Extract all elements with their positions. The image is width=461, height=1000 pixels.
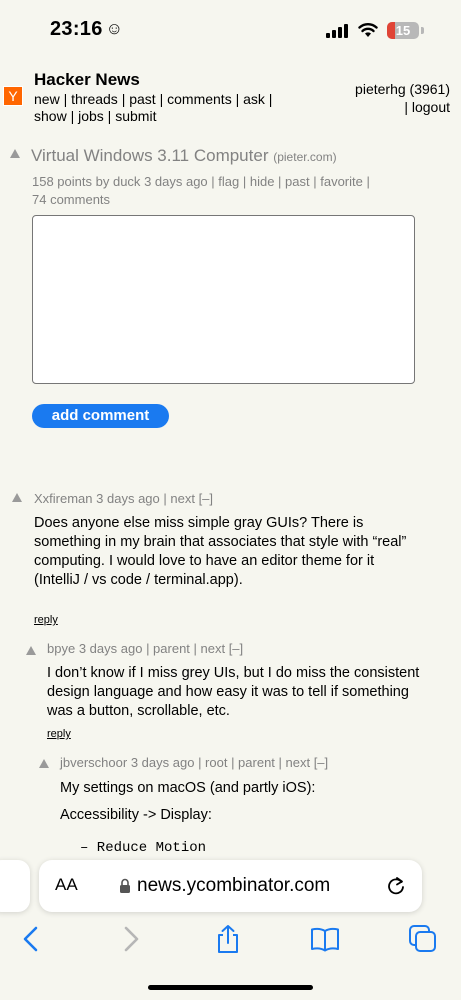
wifi-icon (358, 23, 378, 37)
comment-textarea[interactable] (32, 215, 415, 384)
comments-link[interactable]: 74 comments (32, 192, 110, 207)
comment-header: jbverschoor 3 days ago | root | parent |… (60, 755, 328, 770)
user-area: pieterhg (3961) | logout (355, 81, 450, 115)
comment-upvote-icon[interactable] (26, 646, 36, 655)
story-title[interactable]: Virtual Windows 3.11 Computer (31, 146, 268, 165)
reader-settings-button[interactable]: AA (55, 875, 78, 895)
tabs-icon[interactable] (408, 924, 438, 954)
favorite-link[interactable]: favorite (320, 174, 363, 189)
user-link[interactable]: pieterhg (3961) (355, 81, 450, 97)
address-bar[interactable]: AA news.ycombinator.com (39, 860, 422, 912)
previous-tab-preview[interactable] (0, 860, 30, 912)
reply-link[interactable]: reply (34, 614, 58, 626)
status-time: 23:16 ☺ (50, 18, 124, 40)
comment-header: bpye 3 days ago | parent | next [–] (47, 641, 243, 656)
site-title[interactable]: Hacker News (34, 70, 140, 90)
comment-author[interactable]: jbverschoor (60, 755, 127, 770)
story-age[interactable]: 3 days ago (144, 174, 208, 189)
comment-links[interactable]: | next [–] (163, 491, 213, 506)
cellular-signal-icon (326, 24, 348, 38)
nav-new[interactable]: new (34, 91, 60, 107)
comment-age[interactable]: 3 days ago (131, 755, 195, 770)
story-upvote-icon[interactable] (10, 149, 20, 158)
status-bar: 23:16 ☺ 15 (0, 0, 461, 62)
comment-author[interactable]: Xxfireman (34, 491, 93, 506)
flag-link[interactable]: flag (218, 174, 239, 189)
past-link[interactable]: past (285, 174, 310, 189)
story-domain[interactable]: (pieter.com) (273, 150, 336, 164)
comment-author[interactable]: bpye (47, 641, 75, 656)
nav-show[interactable]: show (34, 108, 67, 124)
reply-link[interactable]: reply (47, 728, 71, 740)
comment-links[interactable]: | root | parent | next [–] (198, 755, 328, 770)
url-text[interactable]: news.ycombinator.com (137, 875, 330, 897)
back-icon[interactable] (16, 924, 46, 954)
top-nav: new | threads | past | comments | ask | … (34, 91, 273, 124)
nav-past[interactable]: past (129, 91, 155, 107)
add-comment-button[interactable]: add comment (32, 404, 169, 428)
battery-level: 15 (395, 23, 411, 38)
hn-logo[interactable]: Y (3, 86, 23, 106)
home-indicator (148, 985, 313, 990)
comment-upvote-icon[interactable] (12, 493, 22, 502)
comment-line: My settings on macOS (and partly iOS): (60, 780, 316, 796)
comment-upvote-icon[interactable] (39, 759, 49, 768)
story-subtext: 158 points by duck 3 days ago | flag | h… (32, 174, 370, 207)
focus-mode-icon: ☺ (105, 19, 124, 38)
story-points: 158 points (32, 174, 92, 189)
share-icon[interactable] (213, 924, 243, 954)
nav-submit[interactable]: submit (115, 108, 156, 124)
comment-age[interactable]: 3 days ago (79, 641, 143, 656)
nav-threads[interactable]: threads (71, 91, 118, 107)
comment-line: Accessibility -> Display: (60, 807, 212, 823)
comment-text: I don’t know if I miss grey UIs, but I d… (47, 665, 420, 719)
nav-ask[interactable]: ask (243, 91, 265, 107)
comment-text: Does anyone else miss simple gray GUIs? … (34, 515, 407, 588)
nav-jobs[interactable]: jobs (78, 108, 104, 124)
reload-icon[interactable] (386, 876, 406, 896)
hide-link[interactable]: hide (250, 174, 275, 189)
logout-link[interactable]: logout (412, 99, 450, 115)
battery-icon: 15 (387, 22, 419, 39)
lock-icon (120, 878, 130, 893)
story-title-row: Virtual Windows 3.11 Computer (pieter.co… (31, 146, 337, 166)
forward-icon[interactable] (116, 924, 146, 954)
comment-header: Xxfireman 3 days ago | next [–] (34, 491, 213, 506)
comment-age[interactable]: 3 days ago (96, 491, 160, 506)
story-author[interactable]: duck (113, 174, 140, 189)
bookmarks-icon[interactable] (310, 924, 340, 954)
nav-comments[interactable]: comments (167, 91, 232, 107)
comment-links[interactable]: | parent | next [–] (146, 641, 243, 656)
